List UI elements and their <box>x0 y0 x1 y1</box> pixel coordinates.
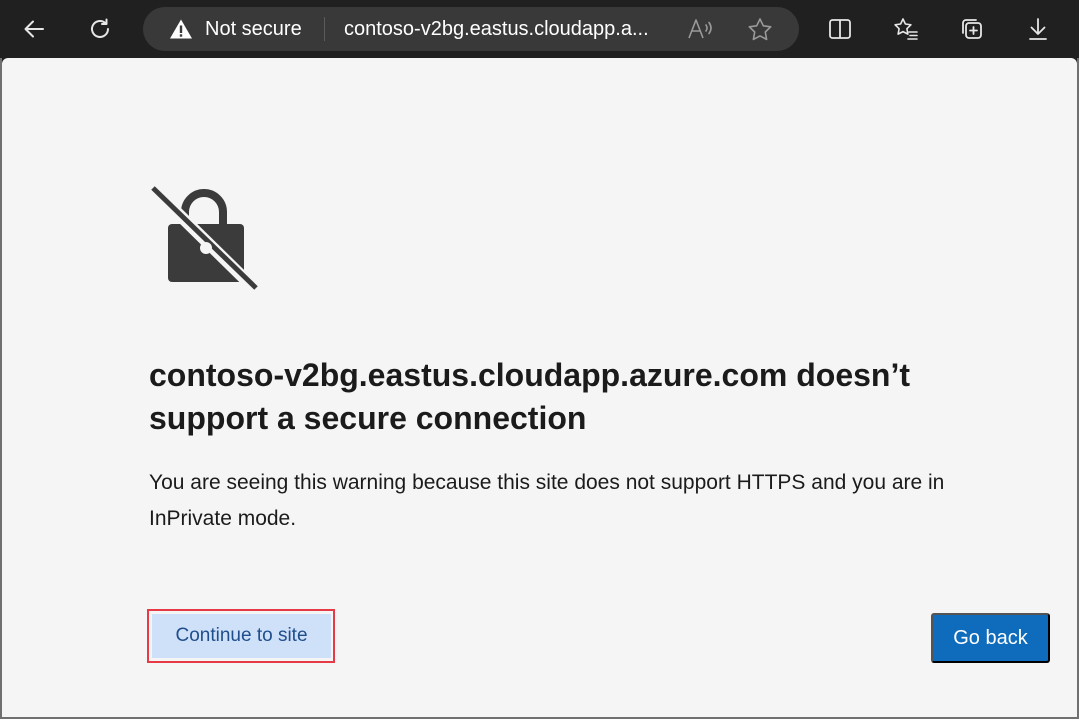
security-status-label[interactable]: Not secure <box>205 18 302 40</box>
unlocked-padlock-icon <box>149 185 260 292</box>
back-arrow-icon <box>24 20 44 38</box>
favorites-icon <box>894 18 918 40</box>
read-aloud-icon[interactable] <box>687 16 715 42</box>
split-screen-button[interactable] <box>819 8 861 50</box>
collections-button[interactable] <box>951 8 993 50</box>
split-screen-icon <box>829 19 851 39</box>
warning-triangle-icon[interactable] <box>169 18 193 40</box>
page-title: contoso-v2bg.eastus.cloudapp.azure.com d… <box>149 357 911 436</box>
browser-toolbar: Not secure contoso-v2bg.eastus.cloudapp.… <box>0 0 1079 58</box>
download-icon <box>1029 18 1047 40</box>
warning-description: You are seeing this warning because this… <box>149 471 945 530</box>
address-divider <box>324 17 325 41</box>
continue-to-site-button[interactable]: Continue to site <box>152 614 331 658</box>
refresh-button[interactable] <box>79 8 121 50</box>
collections-icon <box>962 19 982 39</box>
downloads-button[interactable] <box>1017 8 1059 50</box>
refresh-icon <box>91 18 109 38</box>
url-text[interactable]: contoso-v2bg.eastus.cloudapp.a... <box>344 18 649 40</box>
favorites-button[interactable] <box>885 8 927 50</box>
address-bar[interactable]: Not secure contoso-v2bg.eastus.cloudapp.… <box>143 7 799 51</box>
star-icon[interactable] <box>746 16 774 44</box>
back-button[interactable] <box>13 8 55 50</box>
go-back-button[interactable]: Go back <box>931 613 1050 663</box>
